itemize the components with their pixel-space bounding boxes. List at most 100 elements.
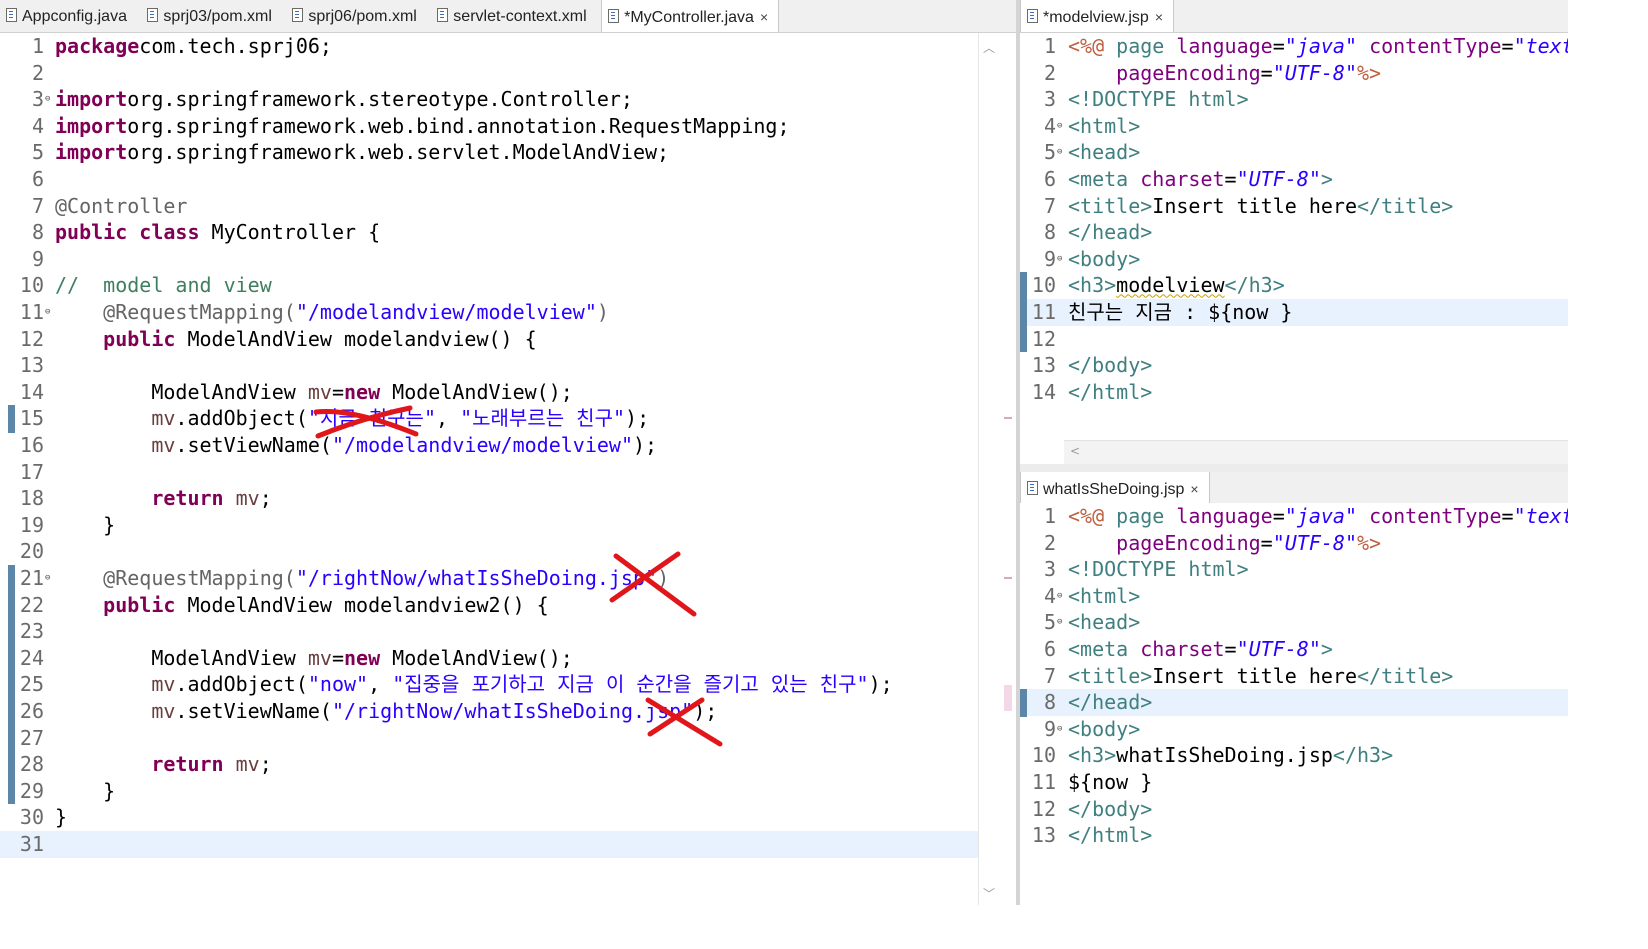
code-line[interactable]: 22 public ModelAndView modelandview2() { <box>0 592 978 619</box>
code-line[interactable]: 25 mv.addObject("now", "집중을 포기하고 지금 이 순간… <box>0 671 978 699</box>
fold-toggle-icon[interactable]: ⊖ <box>1057 583 1062 610</box>
code-line[interactable]: 12 public ModelAndView modelandview() { <box>0 326 978 353</box>
code-line[interactable]: 11 ⊖ @RequestMapping("/modelandview/model… <box>0 299 978 326</box>
code-line[interactable]: 9 <box>0 246 978 273</box>
close-icon[interactable]: × <box>760 9 768 25</box>
code-line[interactable]: 26 mv.setViewName("/rightNow/whatIsSheDo… <box>0 698 978 726</box>
close-icon[interactable]: × <box>1155 9 1163 25</box>
code-line[interactable]: 9 ⊖ <body> <box>1020 246 1568 273</box>
code-line[interactable]: 8 </head> <box>1020 689 1568 717</box>
code-line[interactable]: 15 mv.addObject("지금 친구는", "노래부르는 친구"); <box>0 405 978 433</box>
fold-toggle-icon[interactable]: ⊖ <box>45 86 50 113</box>
code-line[interactable]: 3 <!DOCTYPE html> <box>1020 86 1568 113</box>
code-line[interactable]: 9 ⊖ <body> <box>1020 716 1568 743</box>
code-line[interactable]: 1 packagecom.tech.sprj06; <box>0 33 978 60</box>
code-line[interactable]: 6 <meta charset="UTF-8"> <box>1020 166 1568 193</box>
code-token: "java" <box>1284 34 1358 58</box>
tab-appconfig-java[interactable]: Appconfig.java <box>0 0 137 32</box>
code-line[interactable]: 5 ⊖ <head> <box>1020 609 1568 636</box>
modelview-jsp-editor[interactable]: 1 <%@ page language="java" contentType="t… <box>1020 33 1568 440</box>
scroll-left-icon[interactable]: < <box>1070 444 1080 458</box>
code-line[interactable]: 13 </body> <box>1020 352 1568 379</box>
code-line[interactable]: 29 } <box>0 778 978 805</box>
code-line[interactable]: 4 ⊖ <html> <box>1020 583 1568 610</box>
fold-toggle-icon[interactable]: ⊖ <box>1057 139 1062 166</box>
code-line[interactable]: 5 ⊖ <head> <box>1020 139 1568 166</box>
code-line[interactable]: 4 importorg.springframework.web.bind.anno… <box>0 113 978 140</box>
tab-servlet-context[interactable]: servlet-context.xml <box>431 0 596 32</box>
tab-whatisshedoing-jsp[interactable]: whatIsSheDoing.jsp × <box>1020 472 1210 504</box>
code-line[interactable]: 2 pageEncoding="UTF-8"%> <box>1020 60 1568 87</box>
whatisshedoing-jsp-editor[interactable]: 1 <%@ page language="java" contentType="t… <box>1020 503 1568 905</box>
tab-sprj03-pom[interactable]: sprj03/pom.xml <box>141 0 281 32</box>
code-line[interactable]: 7 <title>Insert title here</title> <box>1020 663 1568 690</box>
code-line[interactable]: 10 // model and view <box>0 272 978 299</box>
code-line[interactable]: 27 <box>0 725 978 752</box>
code-line[interactable]: 12 </body> <box>1020 796 1568 823</box>
code-line[interactable]: 8 public class MyController { <box>0 219 978 246</box>
code-line[interactable]: 2 pageEncoding="UTF-8"%> <box>1020 530 1568 557</box>
code-line[interactable]: 6 <box>0 166 978 193</box>
code-token: <meta <box>1068 167 1141 191</box>
code-line[interactable]: 3 <!DOCTYPE html> <box>1020 556 1568 583</box>
code-line[interactable]: 21 ⊖ @RequestMapping("/rightNow/whatIsShe… <box>0 565 978 593</box>
code-line[interactable]: 13 </html> <box>1020 822 1568 849</box>
fold-toggle-icon[interactable]: ⊖ <box>1057 246 1062 273</box>
code-line[interactable]: 16 mv.setViewName("/modelandview/modelvi… <box>0 432 978 459</box>
fold-toggle-icon[interactable]: ⊖ <box>45 565 50 592</box>
code-line[interactable]: 23 <box>0 618 978 645</box>
tab-modelview-jsp[interactable]: *modelview.jsp × <box>1020 0 1175 32</box>
code-line[interactable]: 7 @Controller <box>0 193 978 220</box>
code-line[interactable]: 11 친구는 지금 : ${now } <box>1020 299 1568 327</box>
code-line[interactable]: 8 </head> <box>1020 219 1568 246</box>
tab-sprj06-pom[interactable]: sprj06/pom.xml <box>286 0 426 32</box>
code-line[interactable]: 1 <%@ page language="java" contentType="t… <box>1020 503 1568 530</box>
code-line[interactable]: 12 <box>1020 326 1568 353</box>
java-code-editor[interactable]: 1 packagecom.tech.sprj06; 2 3 ⊖ importorg.spr… <box>0 33 978 905</box>
code-line[interactable]: 13 <box>0 352 978 379</box>
code-line[interactable]: 1 <%@ page language="java" contentType="t… <box>1020 33 1568 60</box>
code-line[interactable]: 28 return mv; <box>0 751 978 778</box>
fold-toggle-icon[interactable]: ⊖ <box>45 299 50 326</box>
code-line[interactable]: 6 <meta charset="UTF-8"> <box>1020 636 1568 663</box>
code-line[interactable]: 2 <box>0 60 978 87</box>
code-token: ) <box>596 300 609 324</box>
line-number: 17 <box>19 459 44 484</box>
fold-toggle-icon[interactable]: ⊖ <box>1057 716 1062 743</box>
code-line[interactable]: 4 ⊖ <html> <box>1020 113 1568 140</box>
change-marker-block <box>8 565 15 805</box>
code-line[interactable]: 11 ${now } <box>1020 769 1568 796</box>
java-editor-vertical-scrollbar[interactable]: ︿ ﹀ <box>978 33 1001 905</box>
modelview-horizontal-scrollbar[interactable]: < <box>1064 440 1568 465</box>
code-line[interactable]: 17 <box>0 459 978 486</box>
fold-toggle-icon[interactable]: ⊖ <box>1057 609 1062 636</box>
code-line[interactable]: 10 <h3>modelview</h3> <box>1020 272 1568 299</box>
code-line[interactable]: 14 </html> <box>1020 379 1568 406</box>
code-line[interactable]: 10 <h3>whatIsSheDoing.jsp</h3> <box>1020 742 1568 769</box>
code-text: } <box>55 512 115 539</box>
fold-toggle-icon[interactable]: ⊖ <box>1057 113 1062 140</box>
code-line[interactable]: 7 <title>Insert title here</title> <box>1020 193 1568 220</box>
code-token: </html> <box>1068 379 1153 404</box>
code-line[interactable]: 30} <box>0 804 978 831</box>
code-line[interactable]: 3 ⊖ importorg.springframework.stereotype.C… <box>0 86 978 113</box>
close-icon[interactable]: × <box>1190 481 1198 497</box>
code-line[interactable]: 5 importorg.springframework.web.servlet.M… <box>0 139 978 166</box>
code-line[interactable]: 14 ModelAndView mv=new ModelAndView(); <box>0 379 978 406</box>
code-token: import <box>55 87 128 112</box>
horizontal-splitter[interactable] <box>1020 464 1568 472</box>
code-line[interactable]: 20 <box>0 538 978 565</box>
scroll-down-icon[interactable]: ﹀ <box>983 885 995 902</box>
code-line[interactable]: 19 } <box>0 512 978 539</box>
tab-mycontroller-java[interactable]: *MyController.java × <box>601 0 780 32</box>
scroll-up-icon[interactable]: ︿ <box>983 39 995 56</box>
change-marker-block <box>1020 272 1027 353</box>
code-token: ); <box>868 672 893 697</box>
code-line[interactable]: 31 <box>0 831 978 858</box>
code-line[interactable]: 24 ModelAndView mv=new ModelAndView(); <box>0 645 978 672</box>
code-line[interactable]: 18 return mv; <box>0 485 978 512</box>
